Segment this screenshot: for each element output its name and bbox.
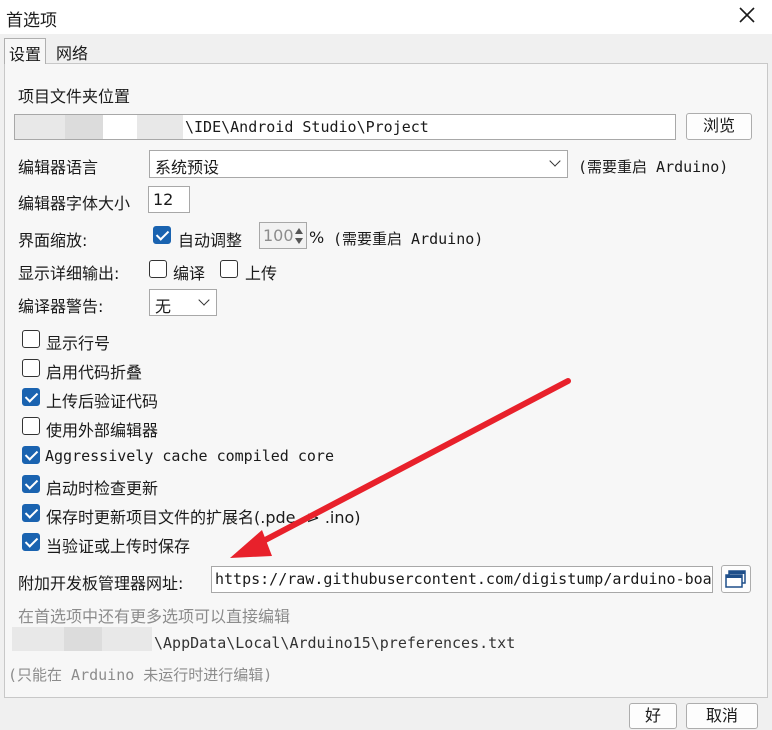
code-folding-checkbox[interactable] [22,359,40,377]
verbose-compile-label: 编译 [173,264,206,283]
checkbox-label: 启动时检查更新 [46,479,159,498]
board-urls-value: https://raw.githubusercontent.com/digist… [215,570,712,588]
checkbox-label: 保存时更新项目文件的扩展名(.pde -> .ino) [46,508,361,527]
checkbox-label: 显示行号 [46,334,111,353]
checkbox-label: 上传后验证代码 [46,392,159,411]
language-select-value: 系统预设 [155,158,220,177]
redacted-block [64,627,102,651]
ok-button[interactable]: 好 [629,703,677,729]
cache-core-checkbox[interactable] [22,446,40,464]
title-bar: 首选项 [0,0,772,34]
verbose-label: 显示详细输出: [18,264,120,283]
redacted-block [65,115,103,139]
check-updates-checkbox[interactable] [22,475,40,493]
checkbox-label: 当验证或上传时保存 [46,537,191,556]
window-title: 首选项 [6,11,57,31]
warnings-select[interactable]: 无 [149,289,217,316]
auto-scale-label: 自动调整 [178,231,243,250]
warnings-select-value: 无 [155,297,172,316]
verify-after-upload-checkbox[interactable] [22,388,40,406]
window-icon [725,570,746,588]
sketchbook-label: 项目文件夹位置 [18,87,131,106]
board-urls-label: 附加开发板管理器网址: [18,574,184,593]
sketchbook-path-input[interactable]: \IDE\Android Studio\Project [14,114,676,140]
verbose-upload-label: 上传 [245,264,278,283]
font-size-value: 12 [153,190,174,209]
sketchbook-path-text: \IDE\Android Studio\Project [185,118,429,136]
edit-urls-button[interactable] [721,565,751,593]
cancel-button[interactable]: 取消 [686,703,758,729]
warnings-label: 编译器警告: [18,297,104,316]
external-editor-checkbox[interactable] [22,417,40,435]
save-on-verify-checkbox[interactable] [22,533,40,551]
board-urls-input[interactable]: https://raw.githubusercontent.com/digist… [211,566,713,593]
tab-strip [0,34,772,64]
scale-label: 界面缩放: [18,231,88,250]
auto-scale-checkbox[interactable] [153,226,171,244]
checkbox-label: Aggressively cache compiled core [45,447,334,465]
spinner-arrows-icon[interactable] [293,226,305,246]
language-label: 编辑器语言 [18,158,99,177]
verbose-upload-checkbox[interactable] [220,260,238,278]
tab-network[interactable]: 网络 [52,38,92,64]
font-size-input[interactable]: 12 [148,186,190,213]
browse-button[interactable]: 浏览 [686,113,752,140]
checkbox-label: 使用外部编辑器 [46,421,159,440]
scale-spinner[interactable]: 100 [259,222,307,249]
verbose-compile-checkbox[interactable] [149,260,167,278]
scale-restart-note: (需要重启 Arduino) [333,230,484,248]
scale-spinner-value: 100 [263,226,294,245]
chevron-down-icon [549,155,561,167]
chevron-down-icon [198,294,210,306]
redacted-block [15,115,65,139]
prefs-file-path[interactable]: \AppData\Local\Arduino15\preferences.txt [154,634,515,652]
redacted-block [12,627,64,651]
language-select[interactable]: 系统预设 [149,150,568,178]
redacted-block [102,627,152,651]
language-restart-note: (需要重启 Arduino) [578,158,729,176]
edit-note: (只能在 Arduino 未运行时进行编辑) [8,666,273,684]
close-icon[interactable] [736,4,758,26]
redacted-block [137,115,183,139]
tab-settings[interactable]: 设置 [4,38,47,64]
update-extension-checkbox[interactable] [22,504,40,522]
more-prefs-note: 在首选项中还有更多选项可以直接编辑 [18,607,291,626]
scale-unit: % [309,228,325,247]
font-size-label: 编辑器字体大小 [18,194,131,213]
checkbox-label: 启用代码折叠 [46,363,143,382]
show-line-numbers-checkbox[interactable] [22,330,40,348]
